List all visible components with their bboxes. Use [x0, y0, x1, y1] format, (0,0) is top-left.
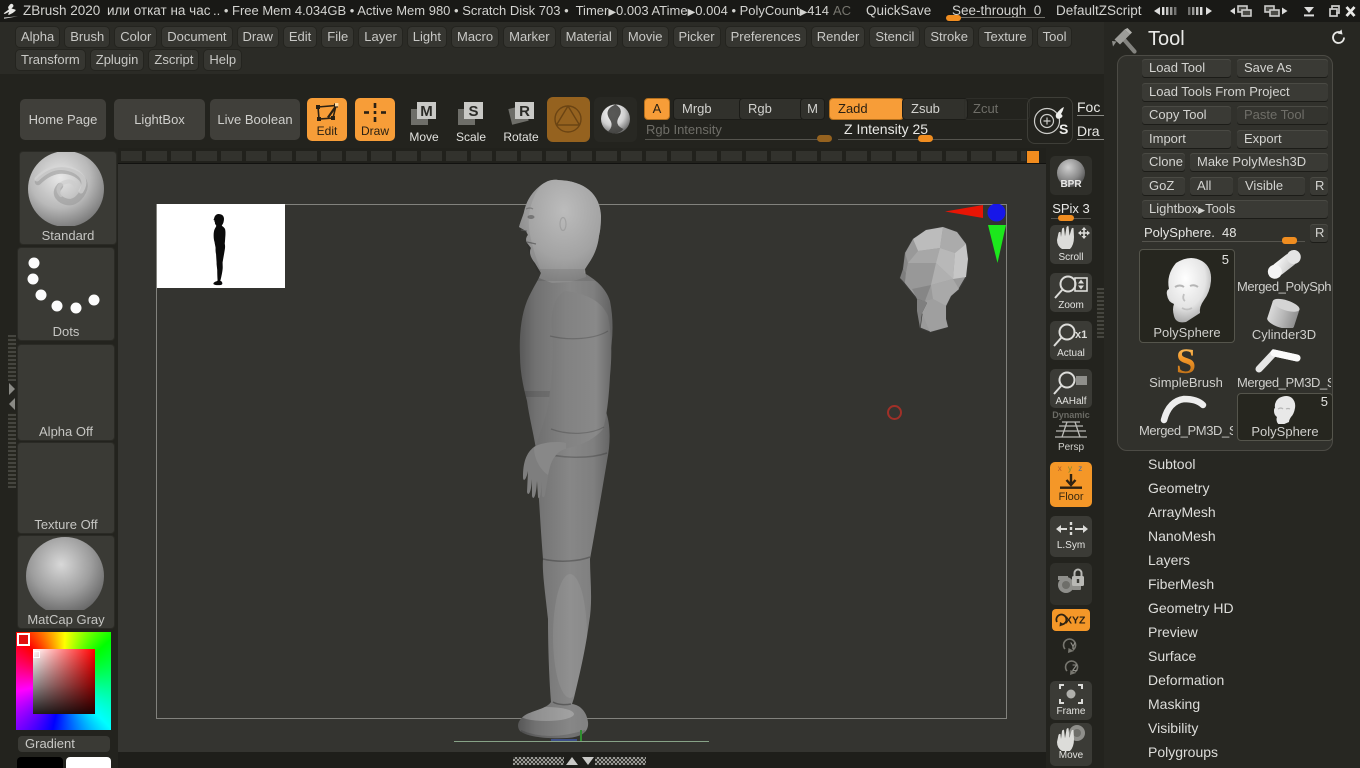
svg-text:S: S [1176, 345, 1196, 376]
svg-text:x1: x1 [1075, 329, 1087, 341]
svg-text:S: S [1059, 121, 1068, 137]
svg-text:BPR: BPR [1060, 179, 1082, 190]
svg-text:XYZ: XYZ [1065, 615, 1086, 627]
svg-text:R: R [519, 103, 530, 120]
svg-text:S: S [468, 103, 478, 120]
svg-text:M: M [420, 103, 433, 120]
svg-text:Y: Y [1070, 641, 1076, 651]
svg-text:Z: Z [1072, 663, 1078, 673]
